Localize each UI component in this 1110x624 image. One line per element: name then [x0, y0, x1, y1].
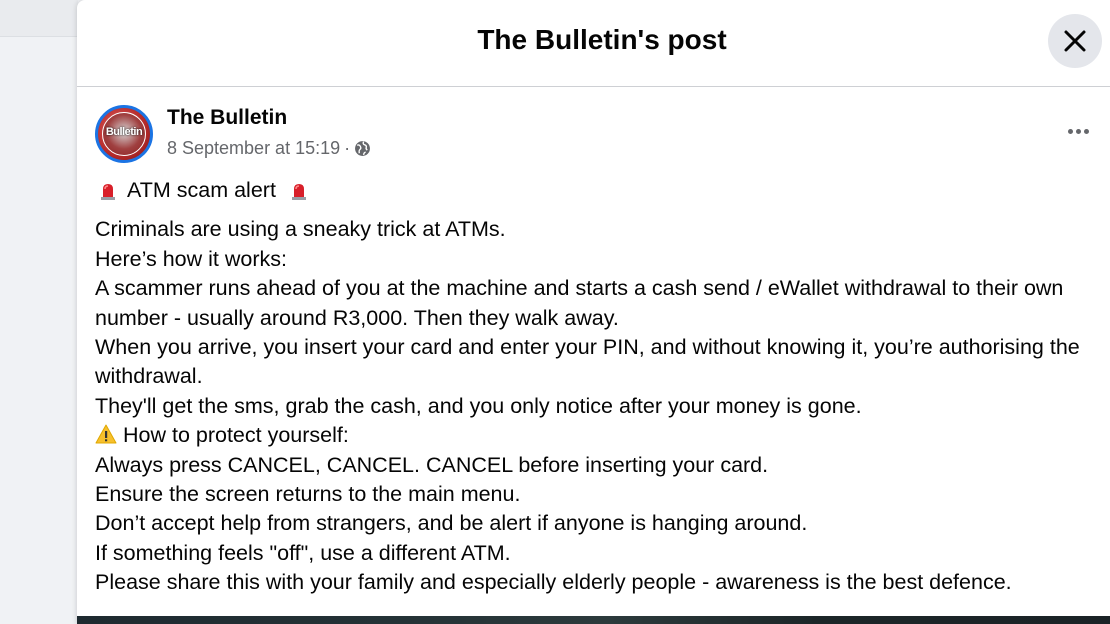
more-options-button[interactable] — [1067, 116, 1097, 146]
body-line: A scammer runs ahead of you at the machi… — [95, 276, 1064, 330]
alert-title-line: ATM scam alert — [95, 176, 1110, 205]
close-icon — [1064, 30, 1086, 52]
body-line: Here’s how it works: — [95, 246, 287, 271]
protect-heading: How to protect yourself: — [123, 423, 349, 448]
protect-heading-line: How to protect yourself: — [95, 421, 1110, 450]
dialog-title: The Bulletin's post — [477, 24, 727, 55]
siren-icon — [291, 183, 306, 200]
alert-title: ATM scam alert — [127, 178, 276, 202]
post-dialog: The Bulletin's post Bulletin The Bulleti… — [77, 0, 1110, 624]
more-options-icon — [1068, 129, 1073, 134]
more-options-dot — [1076, 129, 1081, 134]
close-button[interactable] — [1048, 14, 1102, 68]
dialog-header: The Bulletin's post — [77, 0, 1110, 87]
tip-line: If something feels "off", use a differen… — [95, 540, 511, 565]
post-author[interactable]: The Bulletin — [167, 106, 287, 130]
post-timestamp[interactable]: 8 September at 15:19 — [167, 138, 340, 159]
avatar-logo-text: Bulletin — [105, 126, 143, 138]
body-line: When you arrive, you insert your card an… — [95, 335, 1080, 389]
meta-separator: · — [344, 138, 351, 158]
tip-line: Always press CANCEL, CANCEL. CANCEL befo… — [95, 452, 769, 477]
background-page — [0, 0, 78, 37]
siren-icon — [101, 183, 115, 200]
tip-line: Don’t accept help from strangers, and be… — [95, 511, 808, 536]
post-text: ATM scam alert Criminals are using a sne… — [95, 176, 1110, 598]
body-line: Criminals are using a sneaky trick at AT… — [95, 217, 506, 242]
tip-line: Ensure the screen returns to the main me… — [95, 482, 521, 507]
globe-icon[interactable] — [354, 140, 371, 157]
body-line: They'll get the sms, grab the cash, and … — [95, 393, 862, 418]
avatar[interactable]: Bulletin — [95, 105, 153, 163]
warning-icon — [95, 424, 117, 444]
post-meta: 8 September at 15:19 · — [167, 138, 371, 159]
more-options-dot — [1084, 129, 1089, 134]
post-image[interactable] — [77, 616, 1110, 624]
tip-line: Please share this with your family and e… — [95, 570, 1012, 595]
